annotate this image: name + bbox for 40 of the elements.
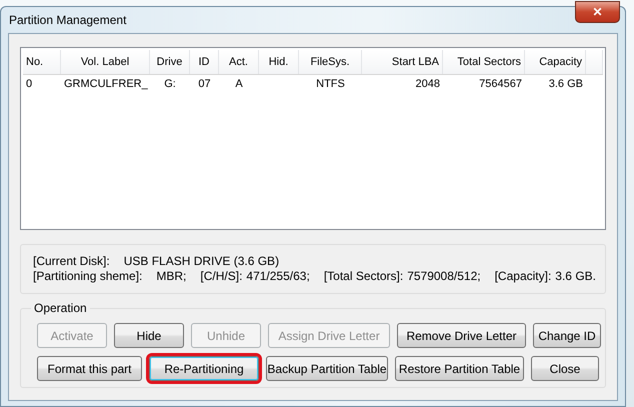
column-header[interactable]: Act. (219, 50, 259, 74)
info-label: [Capacity]: (494, 268, 552, 282)
window-title: Partition Management (8, 13, 126, 27)
info-value: 3.6 GB. (555, 268, 596, 282)
table-cell-text: NTFS (315, 78, 346, 90)
info-label: [Partitioning sheme]: (33, 268, 142, 282)
info-value: 471/255/63; (246, 268, 310, 282)
info-label: [Total Sectors]: (324, 268, 404, 282)
table-cell-text: G: (163, 78, 177, 90)
action-button[interactable]: Format this part (37, 356, 142, 381)
column-header[interactable]: Drive (150, 50, 190, 74)
action-button[interactable]: Close (531, 356, 599, 381)
column-header[interactable]: Hid. (259, 50, 299, 74)
column-header[interactable]: Total Sectors (443, 50, 525, 74)
column-header[interactable]: ID (190, 50, 219, 74)
action-button[interactable]: Hide (114, 323, 184, 348)
info-value: 7579008/512; (407, 268, 481, 282)
info-value: MBR; (156, 268, 186, 282)
table-cell-text: GRMCULFRER_ (63, 78, 149, 90)
close-button[interactable]: ✕ (575, 1, 620, 23)
action-button[interactable]: Change ID (533, 323, 601, 348)
table-cell-text: 0 (25, 78, 34, 90)
action-button[interactable]: Remove Drive Letter (397, 323, 526, 348)
table-cell-text: 07 (197, 78, 212, 90)
column-header[interactable]: No. (23, 50, 61, 74)
action-button[interactable]: Backup Partition Table (266, 356, 388, 381)
info-label: [C/H/S]: (200, 268, 242, 282)
info-label: [Current Disk]: (33, 254, 110, 268)
table-cell-text: A (234, 78, 244, 90)
column-header[interactable]: Capacity (525, 50, 586, 74)
column-header[interactable]: Vol. Label (61, 50, 150, 74)
action-button[interactable]: Restore Partition Table (395, 356, 524, 381)
table-cell-text: 7564567 (478, 78, 523, 90)
column-header[interactable]: FileSys. (299, 50, 362, 74)
table-cell-text: 3.6 GB (548, 78, 584, 90)
table-cell-text: 2048 (414, 78, 441, 90)
column-header[interactable]: Start LBA (362, 50, 443, 74)
action-button[interactable]: Re-Partitioning (149, 356, 259, 381)
info-value: USB FLASH DRIVE (3.6 GB) (124, 254, 280, 268)
group-title: Operation (31, 301, 90, 315)
